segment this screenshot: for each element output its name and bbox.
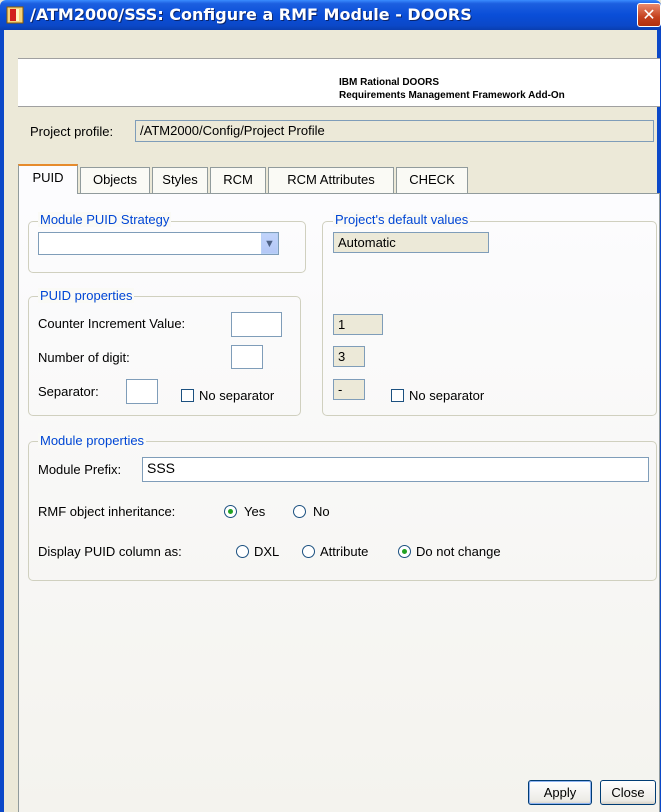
inheritance-no-radio[interactable]: [293, 505, 306, 518]
module-prefix-label: Module Prefix:: [38, 462, 122, 477]
number-of-digit-label: Number of digit:: [38, 350, 130, 365]
display-dxl-radio[interactable]: [236, 545, 249, 558]
tab-check[interactable]: CHECK: [396, 167, 468, 193]
no-separator-checkbox[interactable]: [181, 389, 194, 402]
display-dxl-label: DXL: [254, 544, 280, 559]
project-defaults-title: Project's default values: [333, 212, 471, 227]
default-no-separator-checkbox[interactable]: [391, 389, 404, 402]
window-title: /ATM2000/SSS: Configure a RMF Module - D…: [30, 5, 472, 24]
default-no-separator-label: No separator: [409, 388, 485, 403]
tab-rcm-attributes[interactable]: RCM Attributes: [268, 167, 394, 193]
project-profile-field: /ATM2000/Config/Project Profile: [135, 120, 654, 142]
inheritance-yes-radio[interactable]: [224, 505, 237, 518]
display-puid-label: Display PUID column as:: [38, 544, 182, 559]
banner-product-name: IBM Rational DOORS: [339, 77, 440, 88]
window-close-button[interactable]: ✕: [637, 3, 661, 27]
banner-product-subtitle: Requirements Management Framework Add-On: [339, 90, 565, 101]
project-profile-label: Project profile:: [30, 124, 114, 139]
tab-objects[interactable]: Objects: [80, 167, 150, 193]
display-do-not-change-label: Do not change: [416, 544, 501, 559]
puid-properties-title: PUID properties: [38, 288, 135, 303]
default-strategy-field: Automatic: [333, 232, 489, 253]
inheritance-label: RMF object inheritance:: [38, 504, 176, 519]
module-puid-strategy-title: Module PUID Strategy: [38, 212, 172, 227]
apply-button[interactable]: Apply: [528, 780, 592, 805]
module-properties-title: Module properties: [38, 433, 147, 448]
close-button[interactable]: Close: [600, 780, 656, 805]
chevron-down-icon[interactable]: ▼: [261, 233, 278, 254]
window-frame-left: [0, 30, 4, 812]
display-attribute-radio[interactable]: [302, 545, 315, 558]
separator-input[interactable]: [126, 379, 158, 404]
display-do-not-change-radio[interactable]: [398, 545, 411, 558]
module-prefix-input[interactable]: SSS: [142, 457, 649, 482]
default-counter-field: 1: [333, 314, 383, 335]
tab-rcm[interactable]: RCM: [210, 167, 266, 193]
tab-styles[interactable]: Styles: [152, 167, 208, 193]
default-digits-field: 3: [333, 346, 365, 367]
counter-increment-label: Counter Increment Value:: [38, 316, 186, 331]
inheritance-yes-label: Yes: [244, 504, 266, 519]
counter-increment-input[interactable]: [231, 312, 282, 337]
display-attribute-label: Attribute: [320, 544, 369, 559]
default-separator-field: -: [333, 379, 365, 400]
no-separator-label: No separator: [199, 388, 275, 403]
tab-puid[interactable]: PUID: [18, 164, 78, 194]
separator-label: Separator:: [38, 384, 99, 399]
number-of-digit-input[interactable]: [231, 345, 263, 369]
doors-app-icon: [6, 6, 24, 24]
module-puid-strategy-select[interactable]: [38, 232, 279, 255]
inheritance-no-label: No: [313, 504, 330, 519]
